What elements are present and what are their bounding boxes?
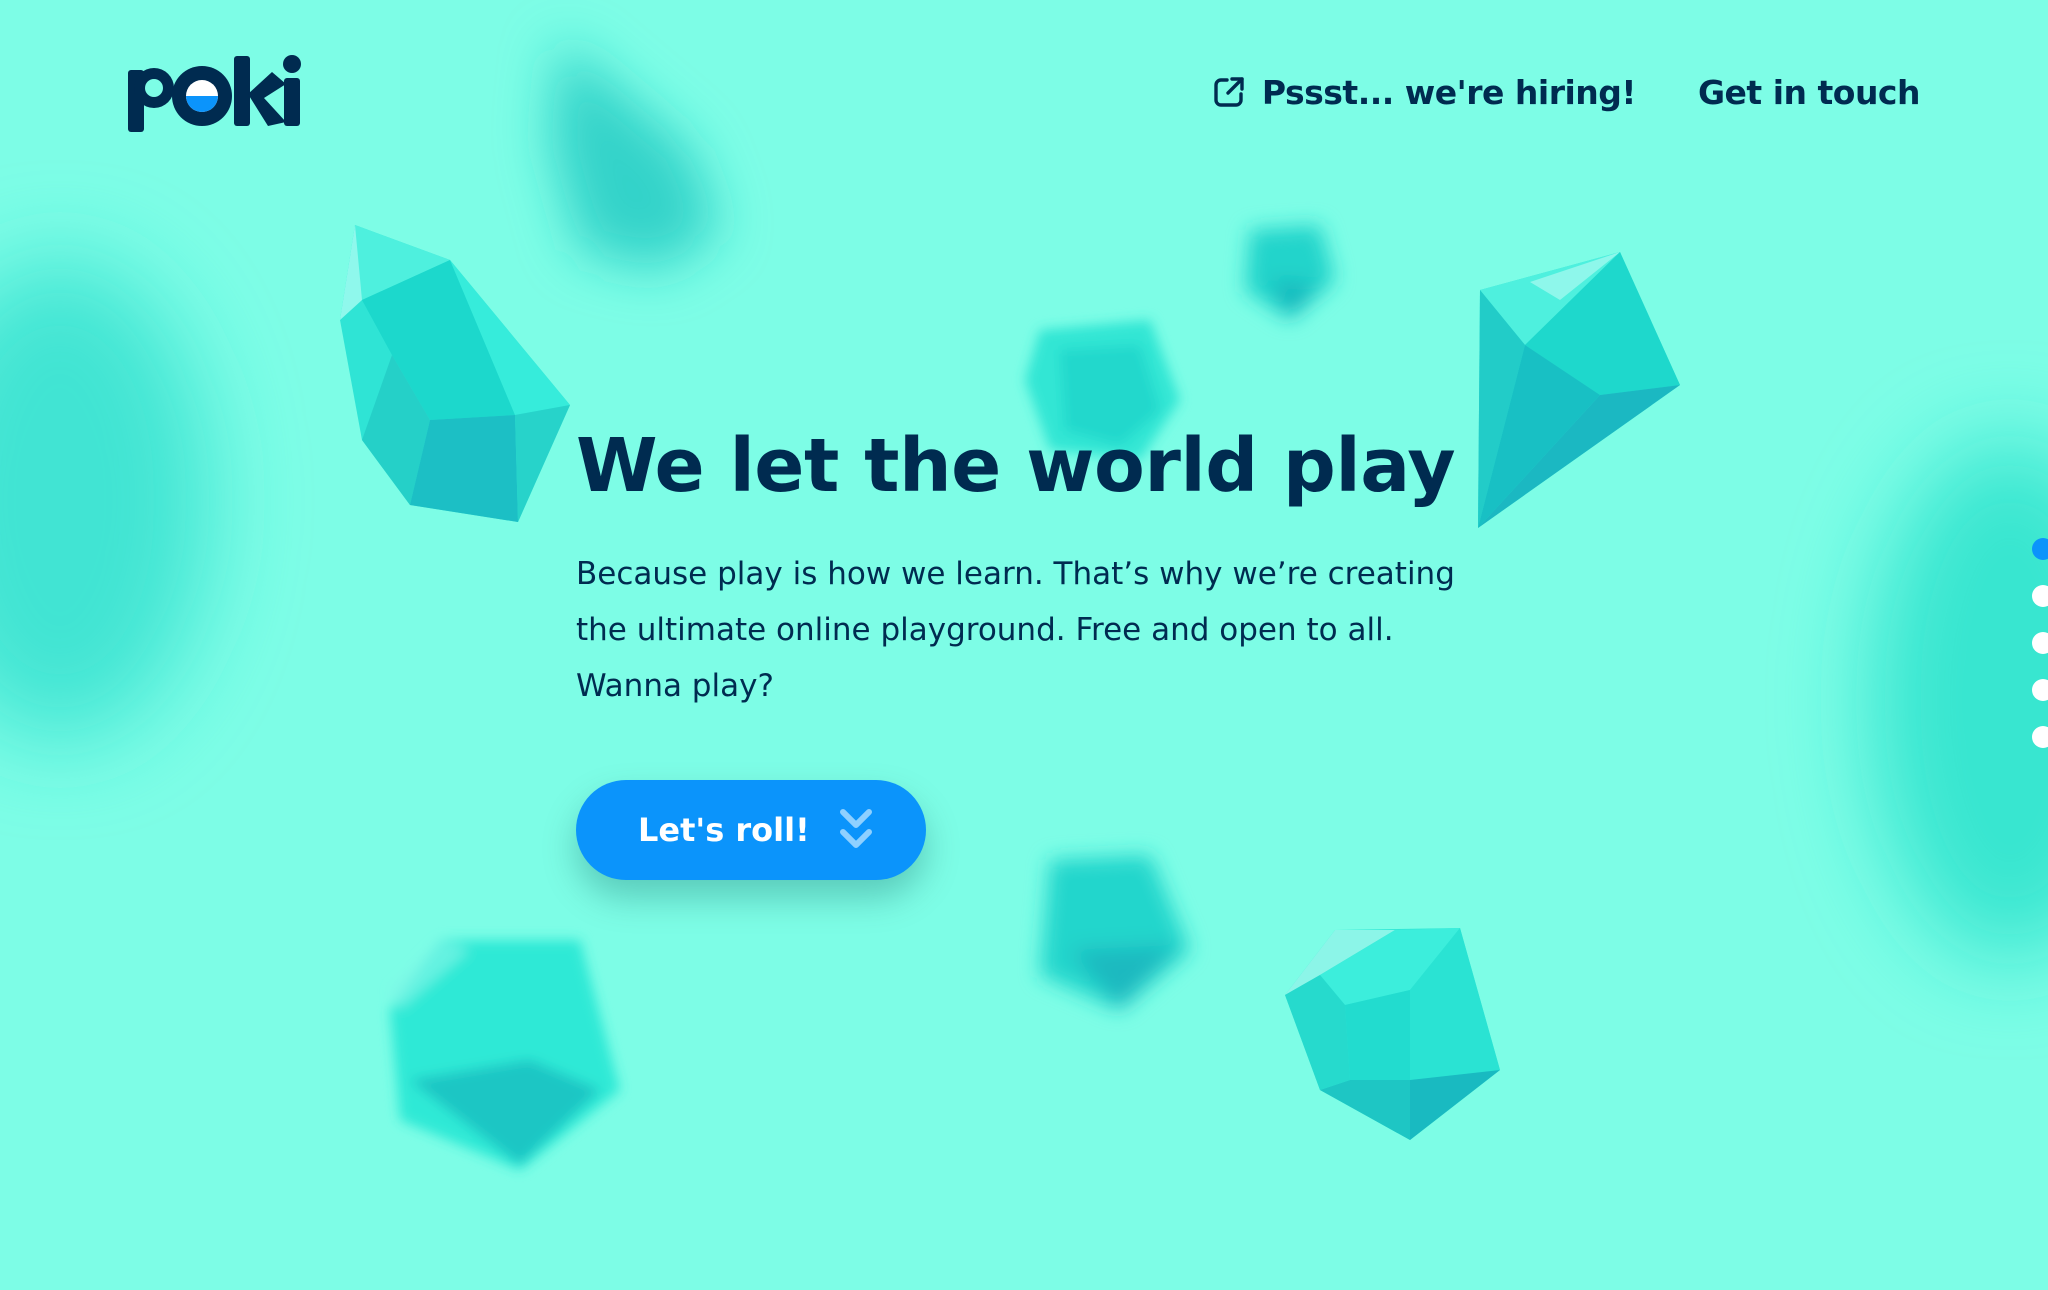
hero-description: Because play is how we learn. That’s why… xyxy=(576,556,1455,704)
blurred-gem-small xyxy=(1245,225,1335,320)
get-in-touch-link[interactable]: Get in touch xyxy=(1697,72,1921,112)
poki-logo[interactable] xyxy=(126,52,302,136)
hiring-link-label: Pssst... we're hiring! xyxy=(1261,72,1637,112)
section-dot-1[interactable] xyxy=(2032,538,2048,560)
hiring-link[interactable]: Pssst... we're hiring! xyxy=(1212,73,1636,112)
blurred-crystal-left xyxy=(0,260,210,740)
section-dot-4[interactable] xyxy=(2032,679,2048,701)
crystal-right xyxy=(1478,252,1680,528)
gem-bottom-right xyxy=(1285,928,1500,1140)
section-dot-2[interactable] xyxy=(2032,585,2048,607)
top-nav: Pssst... we're hiring! Get in touch xyxy=(1212,70,1921,114)
hero-section: We let the world play Because play is ho… xyxy=(576,420,1476,714)
section-dot-3[interactable] xyxy=(2032,632,2048,654)
blurred-crystal-right xyxy=(1870,440,2048,960)
blurred-gem-bottom-left xyxy=(390,940,620,1170)
section-pagination xyxy=(2030,538,2048,758)
external-link-icon xyxy=(1214,77,1244,107)
blurred-crystal-top xyxy=(550,40,720,270)
blurred-gem-bottom xyxy=(1040,855,1190,1010)
section-dot-5[interactable] xyxy=(2032,726,2048,748)
page: Pssst... we're hiring! Get in touch We l… xyxy=(0,0,2048,1290)
crystal-left xyxy=(340,225,570,522)
lets-roll-button[interactable]: Let's roll! xyxy=(576,780,926,880)
double-chevron-down-icon xyxy=(840,809,872,848)
hero-title: We let the world play xyxy=(576,423,1456,509)
lets-roll-label: Let's roll! xyxy=(638,811,810,849)
get-in-touch-label: Get in touch xyxy=(1697,72,1921,112)
